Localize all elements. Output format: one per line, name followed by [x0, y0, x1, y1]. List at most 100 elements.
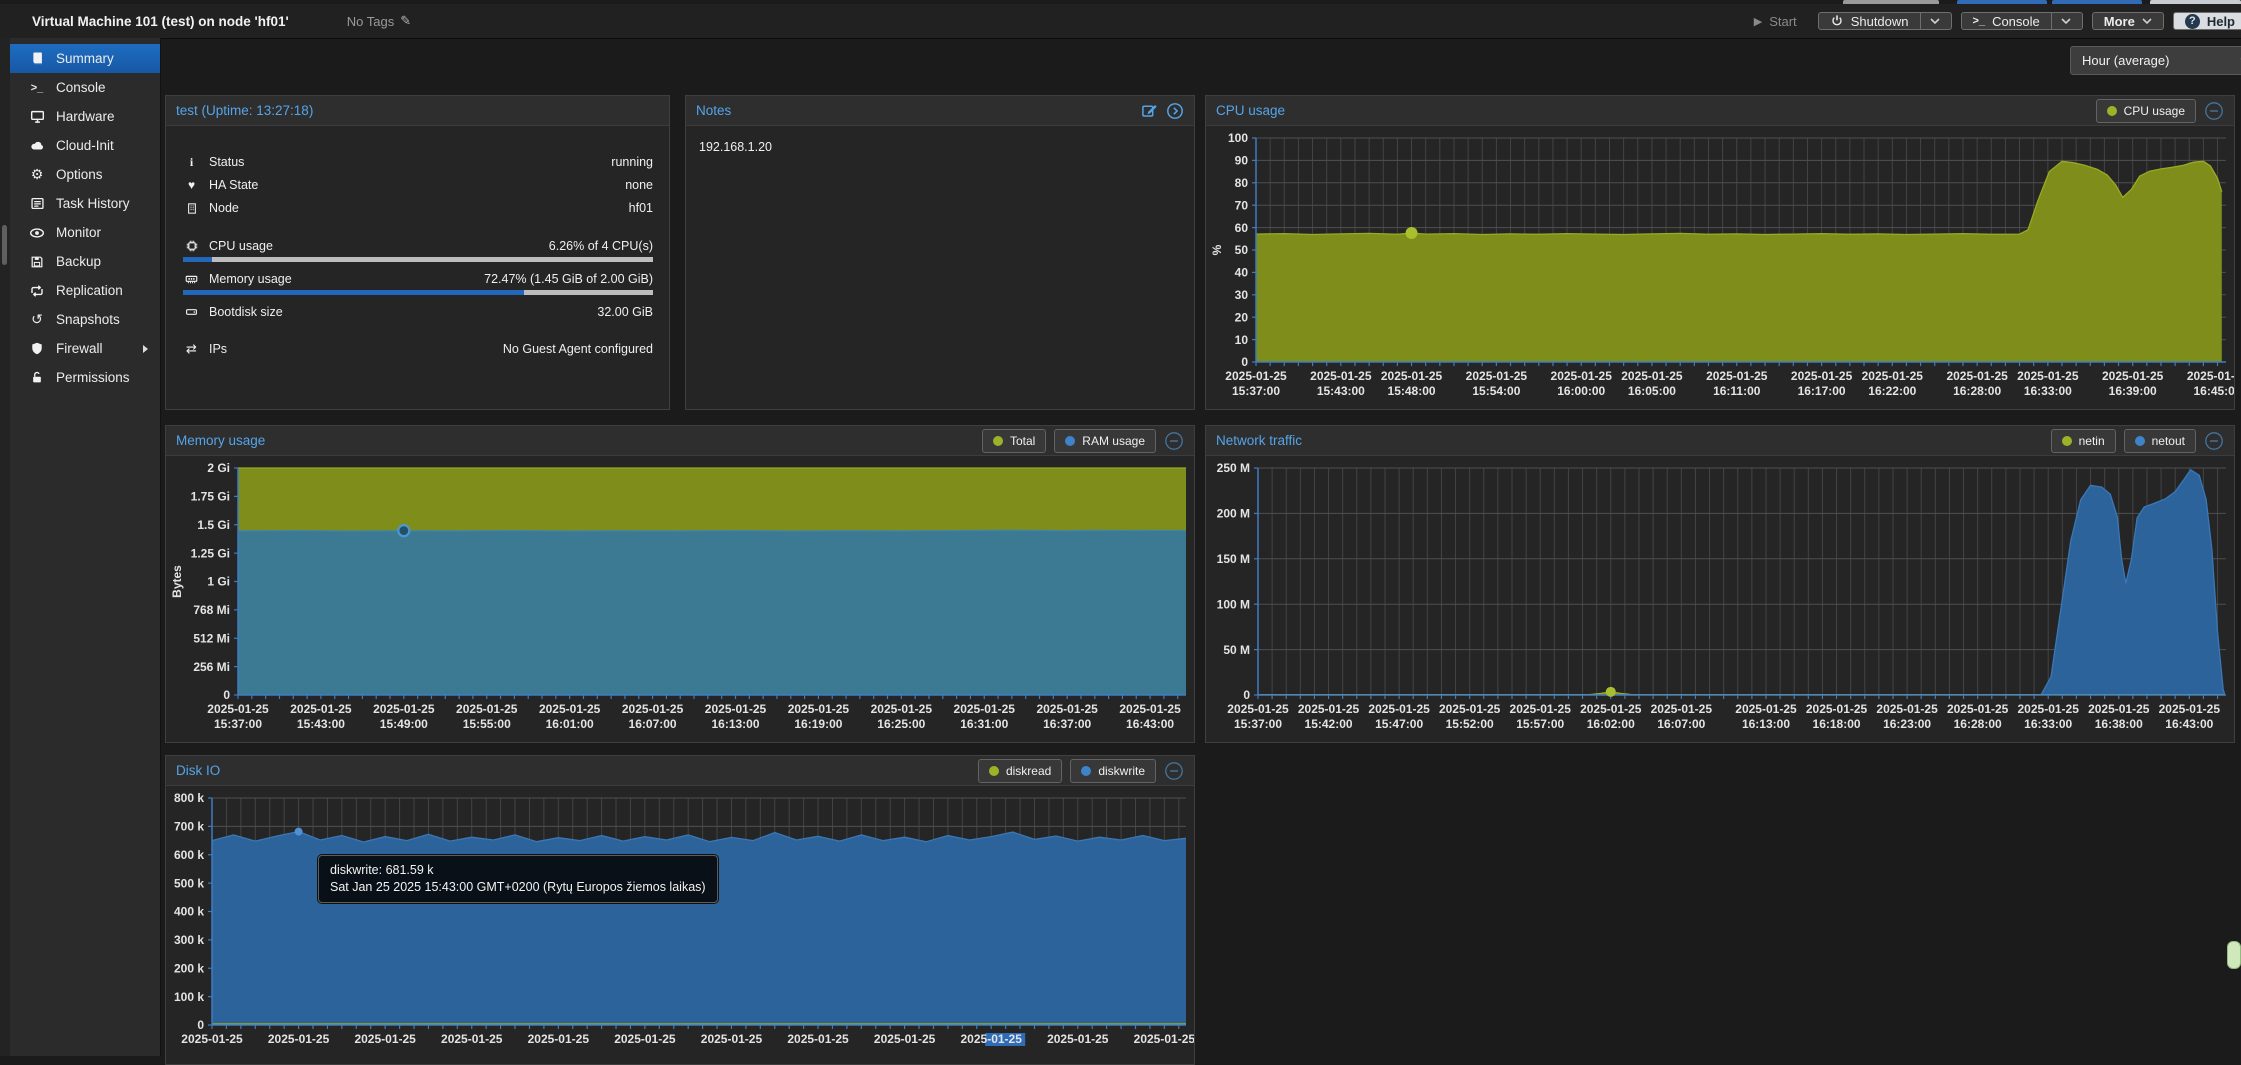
svg-text:0: 0	[197, 1018, 204, 1032]
gear-icon: ⚙	[29, 167, 45, 183]
legend-diskread[interactable]: diskread	[978, 759, 1062, 783]
sidebar-item-label: Task History	[56, 196, 130, 211]
svg-text:15:37:00: 15:37:00	[1234, 717, 1282, 731]
svg-text:50: 50	[1235, 243, 1249, 257]
cpu-usage-chart[interactable]: 10090807060504030201002025-01-2515:37:00…	[1206, 126, 2234, 408]
sidebar-item-backup[interactable]: Backup	[10, 247, 160, 276]
notes-panel-header: Notes	[686, 96, 1194, 126]
svg-text:16:00:00: 16:00:00	[1557, 384, 1605, 398]
svg-text:15:48:00: 15:48:00	[1388, 384, 1436, 398]
network-panel-header: Network traffic netin netout	[1206, 426, 2234, 456]
svg-text:2 Gi: 2 Gi	[207, 461, 230, 475]
svg-text:2025-01-25: 2025-01-25	[1310, 369, 1372, 383]
svg-text:2025-01-25: 2025-01-25	[2102, 369, 2164, 383]
collapse-panel-icon[interactable]	[1164, 431, 1184, 451]
legend-dot	[2062, 436, 2072, 446]
svg-text:2025-01-25: 2025-01-25	[373, 702, 435, 716]
terminal-icon: >_	[29, 80, 45, 96]
status-panel: test (Uptime: 13:27:18) i Statusrunning …	[165, 95, 670, 410]
svg-text:30: 30	[1235, 288, 1249, 302]
sidebar-item-monitor[interactable]: Monitor	[10, 218, 160, 247]
terminal-icon: >_	[1973, 15, 1986, 27]
chevron-down-icon[interactable]	[1930, 18, 1940, 25]
chevron-down-icon[interactable]	[2061, 18, 2071, 25]
edit-notes-icon[interactable]	[1141, 102, 1158, 119]
svg-text:2025-01-25: 2025-01-25	[787, 1032, 849, 1046]
cpu-usage-panel: CPU usage CPU usage 10090807060504030201…	[1205, 95, 2235, 410]
scrollbar-thumb[interactable]	[2, 225, 7, 265]
sidebar-item-label: Console	[56, 80, 106, 95]
sidebar-item-snapshots[interactable]: ↺ Snapshots	[10, 305, 160, 334]
sidebar-item-label: Permissions	[56, 370, 130, 385]
help-button[interactable]: ? Help	[2173, 12, 2241, 30]
svg-text:2025-01-25: 2025-01-25	[1227, 702, 1289, 716]
svg-text:2025-01-25: 2025-01-25	[1735, 702, 1797, 716]
more-button[interactable]: More	[2092, 12, 2164, 30]
svg-text:16:28:00: 16:28:00	[1953, 384, 2001, 398]
sidebar-item-label: Cloud-Init	[56, 138, 114, 153]
svg-text:150 M: 150 M	[1217, 552, 1250, 566]
retweet-icon	[29, 283, 45, 299]
ips-row: ⇄ IPsNo Guest Agent configured	[183, 340, 653, 358]
svg-text:400 k: 400 k	[174, 905, 204, 919]
sidebar-item-cloud-init[interactable]: Cloud-Init	[10, 131, 160, 160]
cpu-panel-title: CPU usage	[1216, 103, 1285, 118]
svg-text:16:01:00: 16:01:00	[546, 717, 594, 731]
disk-io-chart[interactable]: 800 k700 k600 k500 k400 k300 k200 k100 k…	[166, 786, 1194, 1063]
shutdown-button[interactable]: Shutdown	[1818, 12, 1952, 30]
legend-dot	[2107, 106, 2117, 116]
svg-text:50 M: 50 M	[1223, 643, 1250, 657]
sidebar-item-firewall[interactable]: Firewall	[10, 334, 160, 363]
legend-diskwrite[interactable]: diskwrite	[1070, 759, 1156, 783]
sidebar-item-permissions[interactable]: Permissions	[10, 363, 160, 392]
timeframe-select[interactable]: Hour (average)	[2070, 46, 2241, 75]
collapse-panel-icon[interactable]	[2204, 101, 2224, 121]
expand-notes-icon[interactable]	[1166, 102, 1184, 120]
tooltip-timestamp: Sat Jan 25 2025 15:43:00 GMT+0200 (Rytų …	[330, 879, 706, 896]
network-traffic-chart[interactable]: 250 M200 M150 M100 M50 M02025-01-2515:37…	[1206, 456, 2234, 741]
legend-cpu-usage[interactable]: CPU usage	[2096, 99, 2196, 123]
sidebar-item-label: Replication	[56, 283, 123, 298]
start-button[interactable]: ▶ Start	[1742, 12, 1809, 30]
legend-netin[interactable]: netin	[2051, 429, 2116, 453]
svg-text:15:43:00: 15:43:00	[297, 717, 345, 731]
svg-text:2025-01-25: 2025-01-25	[1706, 369, 1768, 383]
svg-text:16:07:00: 16:07:00	[1657, 717, 1705, 731]
svg-text:100 M: 100 M	[1217, 597, 1250, 611]
heartbeat-icon: ♥	[183, 178, 200, 192]
scroll-indicator[interactable]	[2227, 941, 2241, 969]
legend-netout[interactable]: netout	[2124, 429, 2196, 453]
sidebar-item-options[interactable]: ⚙ Options	[10, 160, 160, 189]
shield-icon	[29, 341, 45, 357]
svg-text:70: 70	[1235, 198, 1249, 212]
collapse-panel-icon[interactable]	[1164, 761, 1184, 781]
svg-text:15:47:00: 15:47:00	[1375, 717, 1423, 731]
sidebar-item-task-history[interactable]: Task History	[10, 189, 160, 218]
tags-area[interactable]: No Tags ✎	[347, 13, 411, 29]
svg-text:1.25 Gi: 1.25 Gi	[191, 546, 230, 560]
node-row: Nodehf01	[183, 199, 653, 217]
edit-tags-pencil-icon[interactable]: ✎	[400, 13, 411, 29]
svg-text:2025-01-25: 2025-01-25	[701, 1032, 763, 1046]
svg-text:768 Mi: 768 Mi	[193, 603, 230, 617]
svg-text:2025-01-25: 2025-01-25	[181, 1032, 243, 1046]
sidebar-item-replication[interactable]: Replication	[10, 276, 160, 305]
legend-total[interactable]: Total	[982, 429, 1046, 453]
svg-text:16:05:00: 16:05:00	[1628, 384, 1676, 398]
sidebar-item-summary[interactable]: Summary	[10, 44, 160, 73]
memory-usage-row: Memory usage72.47% (1.45 GiB of 2.00 GiB…	[183, 270, 653, 288]
cpu-panel-header: CPU usage CPU usage	[1206, 96, 2234, 126]
memory-panel-body: 2 Gi1.75 Gi1.5 Gi1.25 Gi1 Gi768 Mi512 Mi…	[166, 456, 1194, 742]
collapse-panel-icon[interactable]	[2204, 431, 2224, 451]
svg-text:2025-01-25: 2025-01-25	[1947, 702, 2009, 716]
console-button[interactable]: >_ Console	[1961, 12, 2083, 30]
memory-usage-chart[interactable]: 2 Gi1.75 Gi1.5 Gi1.25 Gi1 Gi768 Mi512 Mi…	[166, 456, 1194, 741]
network-traffic-panel: Network traffic netin netout 250 M200 M1…	[1205, 425, 2235, 743]
legend-ram-usage[interactable]: RAM usage	[1054, 429, 1156, 453]
svg-text:15:49:00: 15:49:00	[380, 717, 428, 731]
notes-panel-body[interactable]: 192.168.1.20	[686, 126, 1194, 409]
legend-dot	[1081, 766, 1091, 776]
svg-text:16:33:00: 16:33:00	[2024, 717, 2072, 731]
sidebar-item-console[interactable]: >_ Console	[10, 73, 160, 102]
sidebar-item-hardware[interactable]: Hardware	[10, 102, 160, 131]
